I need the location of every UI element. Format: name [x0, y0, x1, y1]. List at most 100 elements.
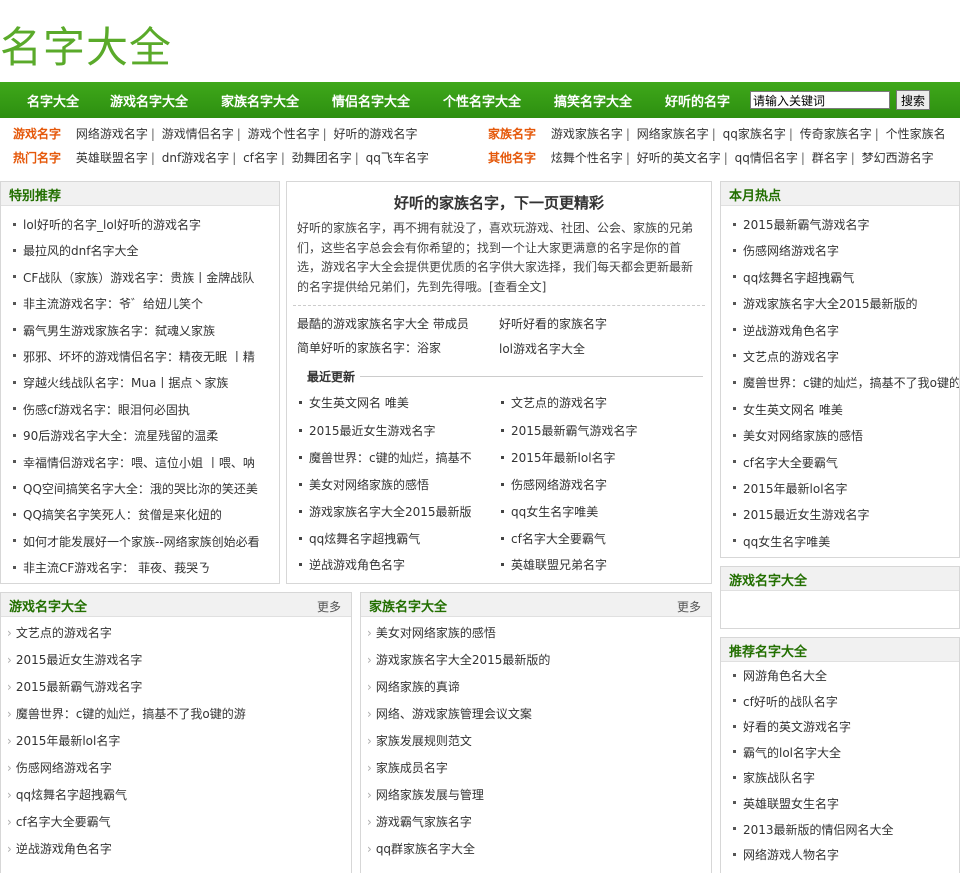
- category-title[interactable]: 游戏名字: [13, 127, 61, 141]
- category-link[interactable]: qq家族名字: [720, 127, 789, 141]
- category-link[interactable]: qq情侣名字: [732, 151, 801, 165]
- feature-link[interactable]: 最酷的游戏家族名字大全 带成员: [297, 315, 469, 332]
- category-link[interactable]: qq飞车名字: [363, 151, 432, 165]
- list-item[interactable]: 90后游戏名字大全：流星残留的温柔: [11, 423, 279, 449]
- category-link[interactable]: 好听的英文名字: [634, 151, 724, 165]
- category-link[interactable]: 群名字: [809, 151, 851, 165]
- recent-item[interactable]: cf名字大全要霸气: [501, 530, 701, 547]
- list-item[interactable]: qq炫舞名字超拽霸气: [731, 265, 959, 291]
- list-item[interactable]: › 游戏霸气家族名字: [367, 809, 711, 836]
- list-item[interactable]: › 网络家族的真谛: [367, 674, 711, 701]
- list-item[interactable]: › 文艺点的游戏名字: [7, 620, 351, 647]
- recent-item[interactable]: 美女对网络家族的感悟: [299, 476, 489, 493]
- category-link[interactable]: 个性家族名: [883, 127, 949, 141]
- recent-item[interactable]: 2015年最新lol名字: [501, 449, 701, 466]
- list-item[interactable]: 女生英文网名 唯美: [731, 397, 959, 423]
- list-item[interactable]: › 家族成员名字: [367, 755, 711, 782]
- list-item[interactable]: › 魔兽世界：c键的灿烂，搞基不了我o键的游: [7, 701, 351, 728]
- list-item[interactable]: 魔兽世界：c键的灿烂，搞基不了我o键的: [731, 370, 959, 396]
- list-item[interactable]: › 2015最近女生游戏名字: [7, 647, 351, 674]
- list-item[interactable]: cf好听的战队名字: [731, 690, 959, 716]
- feature-link[interactable]: 简单好听的家族名字：浴家: [297, 339, 441, 356]
- search-input[interactable]: [750, 91, 890, 109]
- nav-item-couple[interactable]: 情侣名字大全: [332, 91, 410, 110]
- list-item[interactable]: 伤感cf游戏名字：眼泪何必固执: [11, 397, 279, 423]
- recent-item[interactable]: 2015最近女生游戏名字: [299, 422, 489, 439]
- list-item[interactable]: 网游角色名大全: [731, 664, 959, 690]
- list-item[interactable]: cf名字大全要霸气: [731, 450, 959, 476]
- list-item[interactable]: 好看的英文游戏名字: [731, 715, 959, 741]
- list-item[interactable]: › qq炫舞名字超拽霸气: [7, 782, 351, 809]
- category-link[interactable]: 网络游戏名字: [73, 127, 151, 141]
- recent-item[interactable]: 逆战游戏角色名字: [299, 556, 489, 573]
- list-item[interactable]: › cf名字大全要霸气: [7, 809, 351, 836]
- list-item[interactable]: › qq群家族名字大全: [367, 836, 711, 863]
- list-item[interactable]: 伤感网络游戏名字: [731, 238, 959, 264]
- category-link[interactable]: 游戏家族名字: [548, 127, 626, 141]
- nav-item-funny[interactable]: 搞笑名字大全: [554, 91, 632, 110]
- list-item[interactable]: › 网络、游戏家族管理会议文案: [367, 701, 711, 728]
- feature-title[interactable]: 好听的家族名字，下一页更精彩: [287, 192, 711, 213]
- list-item[interactable]: › 2015年最新lol名字: [7, 728, 351, 755]
- list-item[interactable]: 文艺点的游戏名字: [731, 344, 959, 370]
- list-item[interactable]: qq女生名字唯美: [731, 529, 959, 555]
- category-link[interactable]: 游戏情侣名字: [159, 127, 237, 141]
- list-item[interactable]: QQ搞笑名字笑死人：贫僧是来化妞的: [11, 502, 279, 528]
- list-item[interactable]: › 逆战游戏角色名字: [7, 836, 351, 863]
- list-item[interactable]: 2013最新版的情侣网名大全: [731, 818, 959, 844]
- recent-item[interactable]: 英雄联盟兄弟名字: [501, 556, 701, 573]
- category-link[interactable]: dnf游戏名字: [159, 151, 232, 165]
- list-item[interactable]: › 游戏家族名字大全2015最新版的: [367, 647, 711, 674]
- list-item[interactable]: 穿越火线战队名字：Mua丨据点丶家族: [11, 370, 279, 396]
- recent-item[interactable]: qq炫舞名字超拽霸气: [299, 530, 489, 547]
- more-link[interactable]: 更多: [317, 598, 341, 615]
- list-item[interactable]: › 2015最新霸气游戏名字: [7, 674, 351, 701]
- list-item[interactable]: 2015最近女生游戏名字: [731, 502, 959, 528]
- category-link[interactable]: 游戏个性名字: [245, 127, 323, 141]
- list-item[interactable]: 霸气男生游戏家族名字：弑魂乂家族: [11, 318, 279, 344]
- category-title[interactable]: 热门名字: [13, 151, 61, 165]
- list-item[interactable]: 美女对网络家族的感悟: [731, 423, 959, 449]
- category-title[interactable]: 家族名字: [488, 127, 536, 141]
- search-button[interactable]: 搜索: [896, 90, 930, 110]
- nav-item-game[interactable]: 游戏名字大全: [110, 91, 188, 110]
- category-link[interactable]: 网络家族名字: [634, 127, 712, 141]
- list-item[interactable]: › 家族发展规则范文: [367, 728, 711, 755]
- category-link[interactable]: 传奇家族名字: [797, 127, 875, 141]
- list-item[interactable]: 幸福情侣游戏名字：喂、這位小姐 丨喂、呐: [11, 450, 279, 476]
- category-link[interactable]: 劲舞团名字: [289, 151, 355, 165]
- more-link[interactable]: 更多: [677, 598, 701, 615]
- list-item[interactable]: 家族战队名字: [731, 766, 959, 792]
- nav-item-names[interactable]: 名字大全: [27, 91, 79, 110]
- recent-item[interactable]: 游戏家族名字大全2015最新版: [299, 503, 489, 520]
- site-logo[interactable]: 名字大全: [0, 14, 172, 75]
- list-item[interactable]: 非主流CF游戏名字： 菲夜、莪哭ㄋ: [11, 555, 279, 581]
- feature-link[interactable]: lol游戏名字大全: [499, 340, 585, 357]
- list-item[interactable]: 邪邪、坏坏的游戏情侣名字：精夜无眠 丨精: [11, 344, 279, 370]
- category-link[interactable]: 好听的游戏名字: [331, 127, 421, 141]
- list-item[interactable]: 英雄联盟女生名字: [731, 792, 959, 818]
- list-item[interactable]: CF战队（家族）游戏名字：贵族丨金牌战队: [11, 265, 279, 291]
- list-item[interactable]: QQ空间搞笑名字大全：涐的哭比沵的笑还美: [11, 476, 279, 502]
- category-link[interactable]: 英雄联盟名字: [73, 151, 151, 165]
- list-item[interactable]: 2015最新霸气游戏名字: [731, 212, 959, 238]
- list-item[interactable]: 网络游戏人物名字: [731, 843, 959, 869]
- recent-item[interactable]: 2015最新霸气游戏名字: [501, 422, 701, 439]
- recent-item[interactable]: 女生英文网名 唯美: [299, 394, 489, 411]
- list-item[interactable]: lol好听的名字_lol好听的游戏名字: [11, 212, 279, 238]
- list-item[interactable]: 非主流游戏名字：爷゛给妞儿笑个: [11, 291, 279, 317]
- category-link[interactable]: cf名字: [240, 151, 281, 165]
- nav-item-nice[interactable]: 好听的名字: [665, 91, 730, 110]
- list-item[interactable]: 逆战游戏角色名字: [731, 318, 959, 344]
- recent-item[interactable]: 魔兽世界：c键的灿烂，搞基不: [299, 449, 489, 466]
- feature-link[interactable]: 好听好看的家族名字: [499, 315, 607, 332]
- nav-item-family[interactable]: 家族名字大全: [221, 91, 299, 110]
- category-title[interactable]: 其他名字: [488, 151, 536, 165]
- list-item[interactable]: › 网络家族发展与管理: [367, 782, 711, 809]
- list-item[interactable]: 游戏家族名字大全2015最新版的: [731, 291, 959, 317]
- category-link[interactable]: 梦幻西游名字: [859, 151, 937, 165]
- recent-item[interactable]: 文艺点的游戏名字: [501, 394, 701, 411]
- list-item[interactable]: › 伤感网络游戏名字: [7, 755, 351, 782]
- recent-item[interactable]: 伤感网络游戏名字: [501, 476, 701, 493]
- list-item[interactable]: 霸气的lol名字大全: [731, 741, 959, 767]
